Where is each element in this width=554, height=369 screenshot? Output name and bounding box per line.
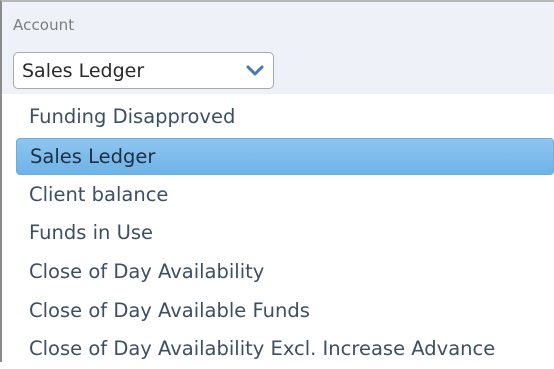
dropdown-option-close-of-day-availability-excl[interactable]: Close of Day Availability Excl. Increase…	[2, 330, 554, 369]
dropdown-option-sales-ledger[interactable]: Sales Ledger	[16, 137, 554, 175]
account-select[interactable]: Sales Ledger	[13, 52, 274, 89]
account-label: Account	[13, 16, 75, 34]
dropdown-option-client-balance[interactable]: Client balance	[2, 176, 554, 215]
account-panel: Account Sales Ledger Funding Disapproved…	[0, 0, 554, 362]
dropdown-option-funds-in-use[interactable]: Funds in Use	[2, 214, 554, 253]
account-select-value: Sales Ledger	[22, 60, 145, 82]
dropdown-option-close-of-day-availability[interactable]: Close of Day Availability	[2, 253, 554, 292]
dropdown-option-funding-disapproved[interactable]: Funding Disapproved	[2, 98, 554, 137]
chevron-down-icon[interactable]	[246, 63, 264, 77]
dropdown-option-close-of-day-available-funds[interactable]: Close of Day Available Funds	[2, 292, 554, 331]
account-field-header: Account Sales Ledger	[2, 2, 554, 94]
account-dropdown-list: Funding Disapproved Sales Ledger Client …	[2, 98, 554, 369]
